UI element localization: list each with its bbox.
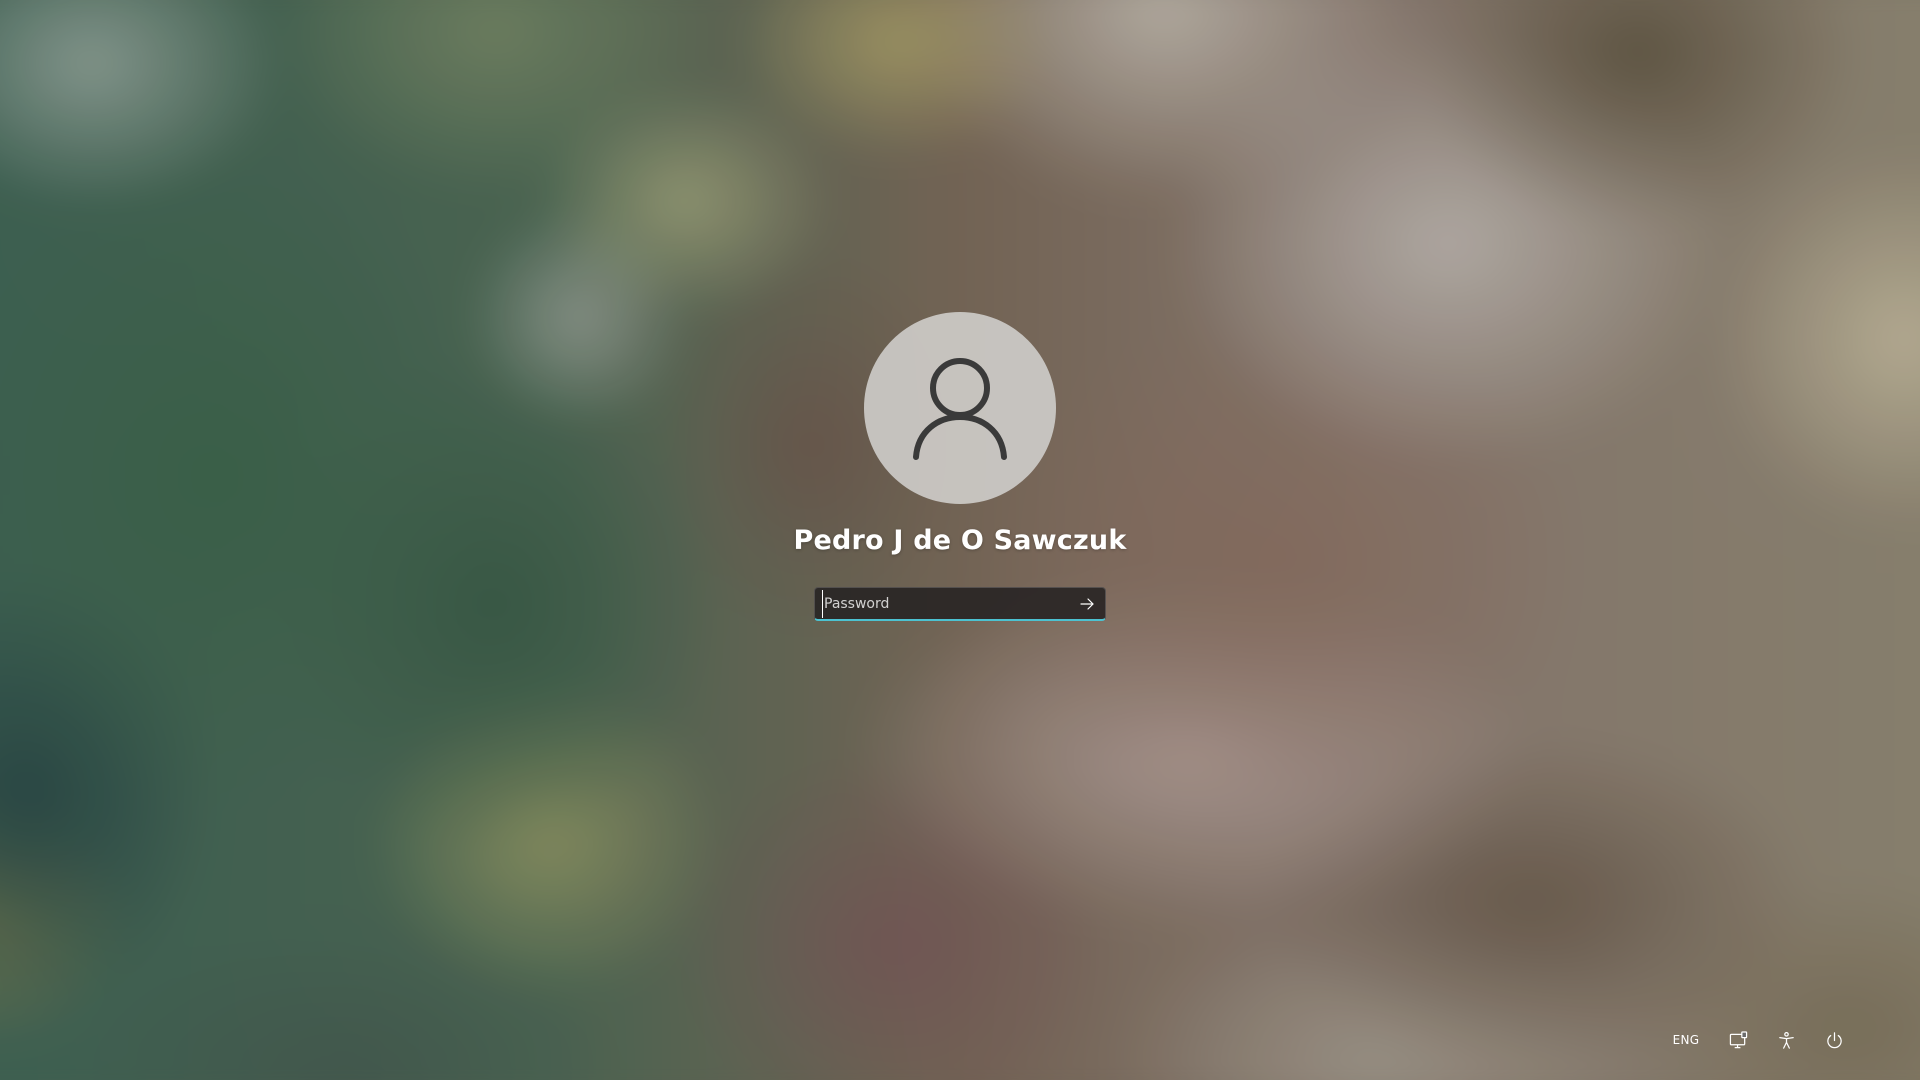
submit-button[interactable] [1073, 591, 1101, 617]
network-button[interactable] [1718, 1024, 1758, 1056]
accessibility-button[interactable] [1766, 1024, 1806, 1056]
sign-in-panel: Pedro J de O Sawczuk [0, 312, 1920, 621]
user-avatar[interactable] [864, 312, 1056, 504]
language-button[interactable]: ENG [1660, 1024, 1712, 1056]
lock-screen: Pedro J de O Sawczuk ENG [0, 0, 1920, 1080]
power-button[interactable] [1814, 1024, 1854, 1056]
user-icon [913, 358, 1007, 460]
password-box[interactable] [814, 587, 1106, 621]
user-name: Pedro J de O Sawczuk [793, 525, 1127, 556]
network-icon [1729, 1030, 1747, 1048]
password-input[interactable] [822, 589, 1073, 618]
system-tray: ENG [1660, 1000, 1920, 1080]
arrow-right-icon [1080, 597, 1094, 610]
power-icon [1826, 1031, 1842, 1048]
accessibility-icon [1778, 1031, 1794, 1049]
